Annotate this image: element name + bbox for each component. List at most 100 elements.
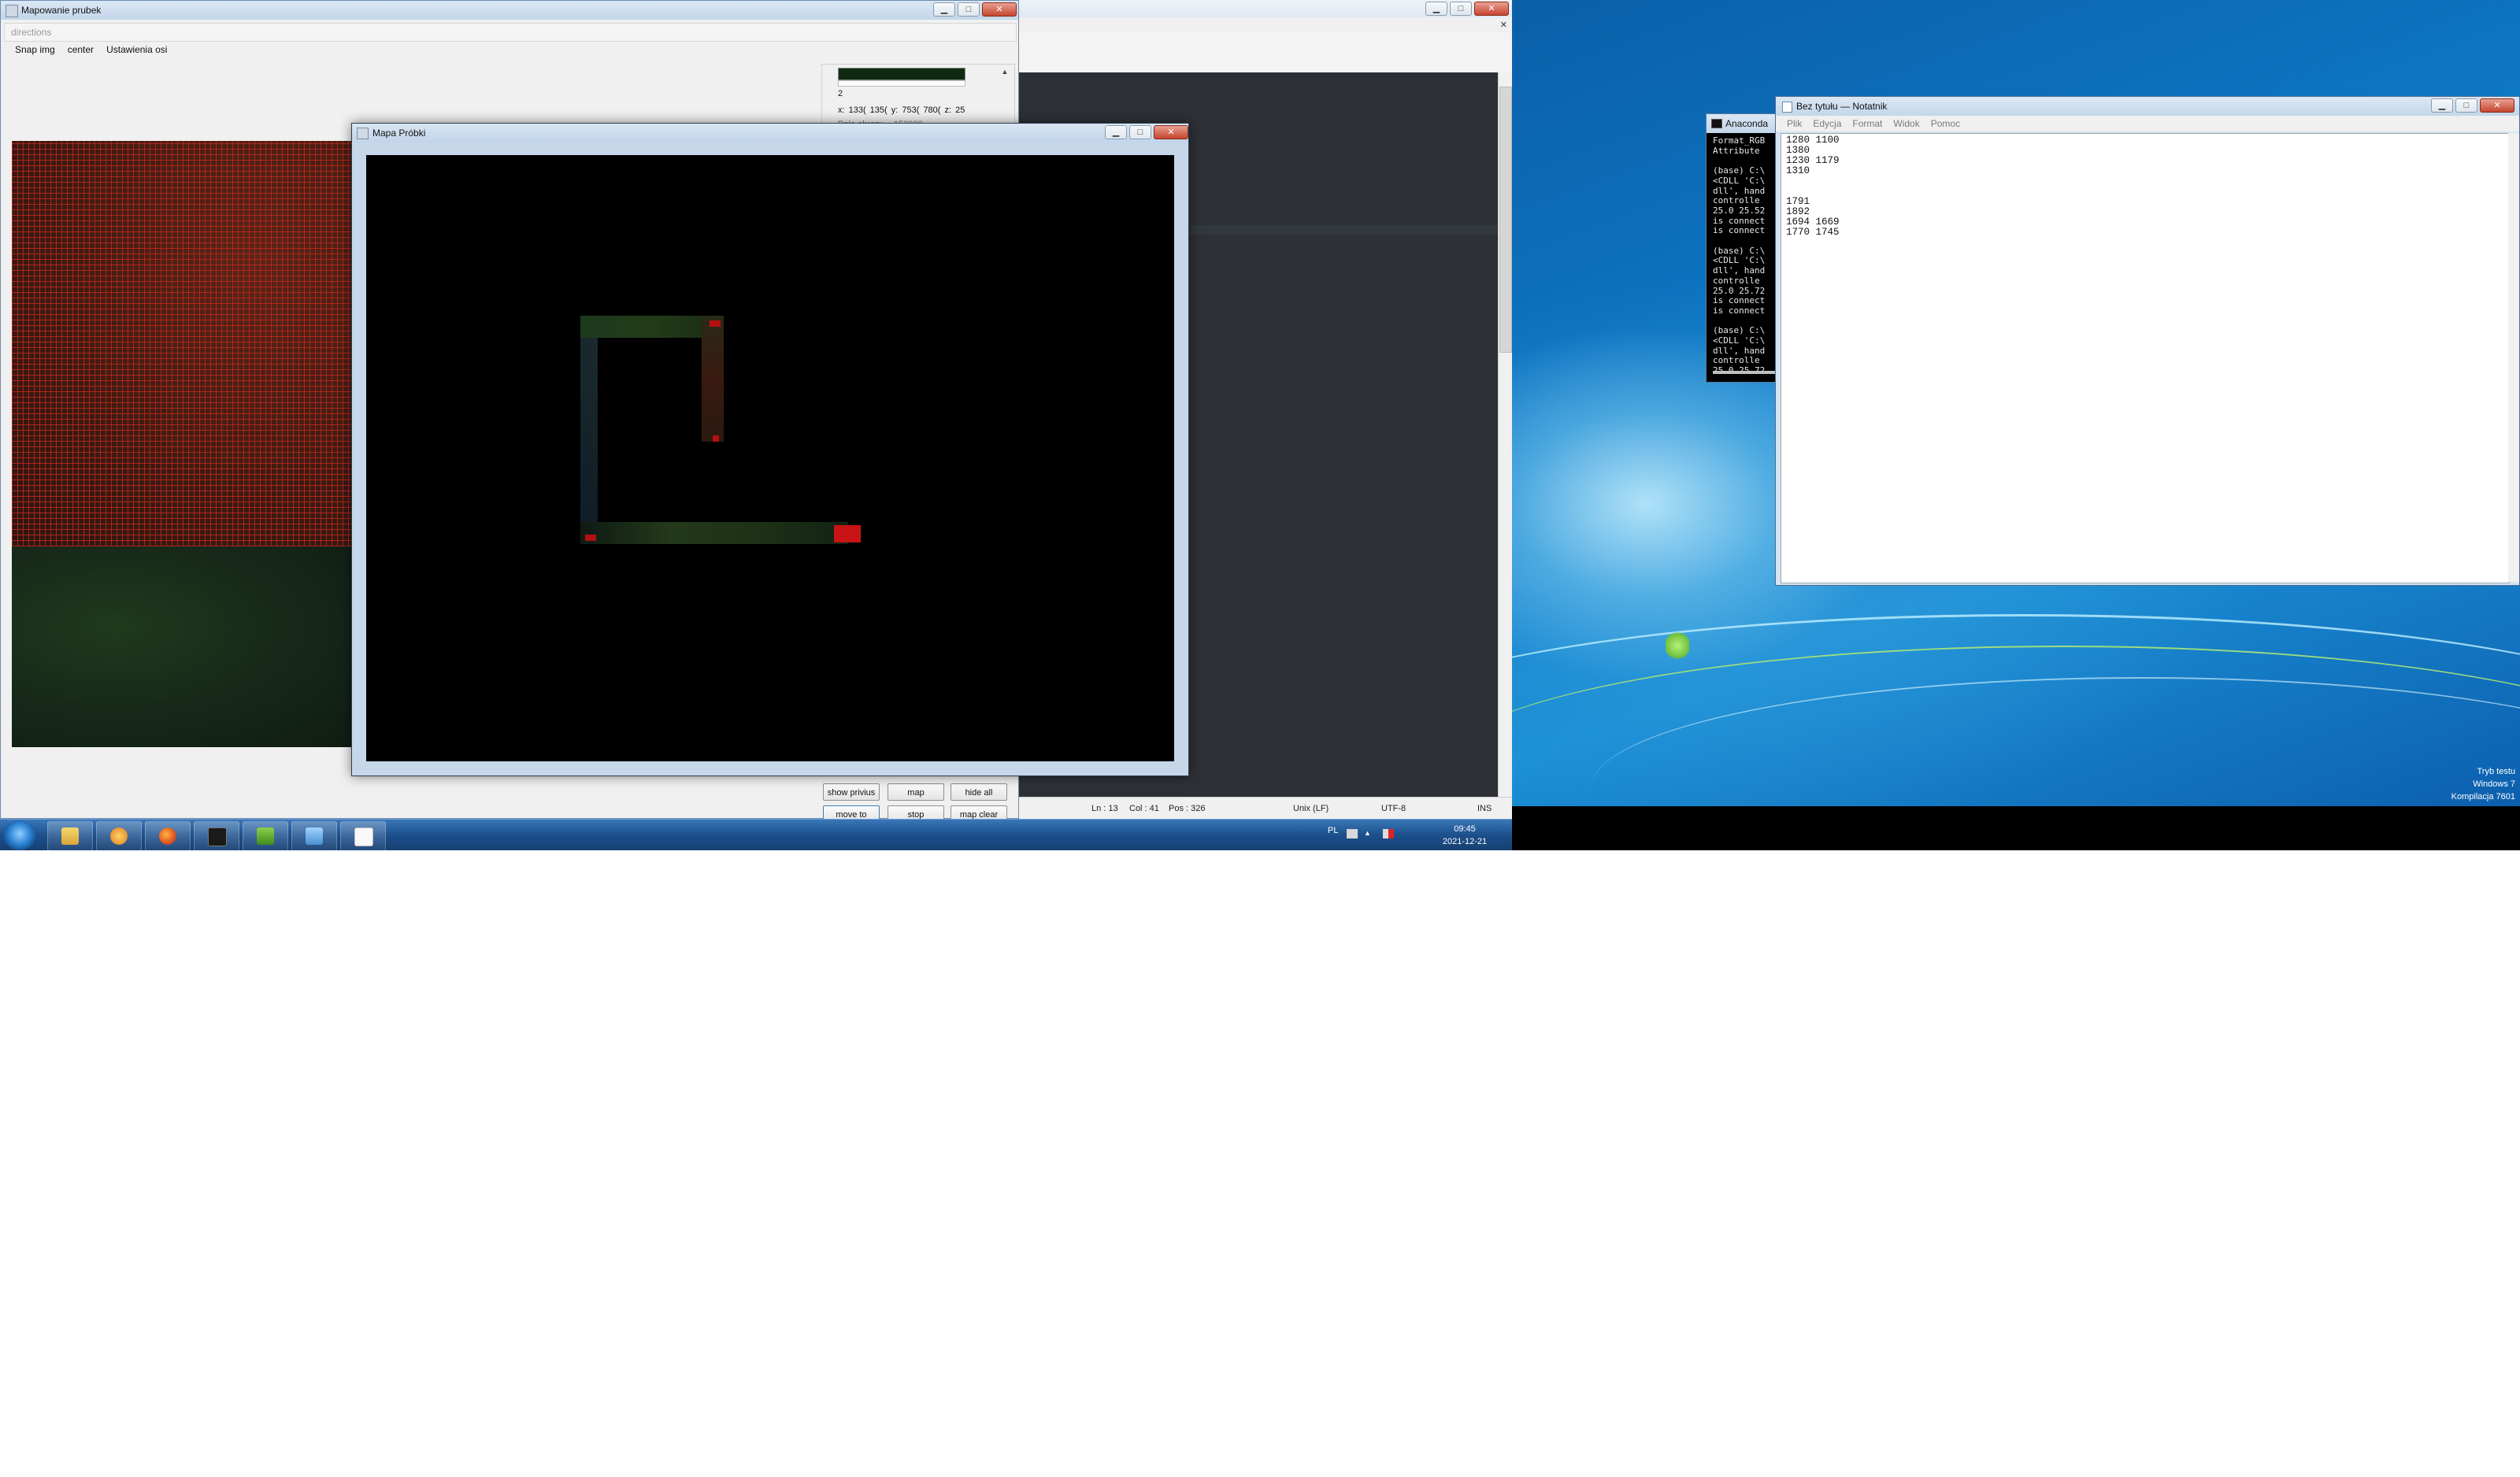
clock-time: 09:45 [1454,824,1476,834]
close-button[interactable]: ✕ [2480,98,2514,113]
console-line: dll', hand [1713,265,1766,276]
editor-window-controls: ▁ □ ✕ [1425,2,1509,16]
firefox-icon [159,827,176,845]
anaconda-prompt-window[interactable]: Anaconda Format_RGB Attribute (base) C:\ <… [1706,113,1786,383]
directions-field[interactable]: directions [4,23,1017,42]
mapa-titlebar[interactable]: Mapa Próbki ▁ □ ✕ [352,124,1188,143]
editor-close-doc-icon[interactable]: ✕ [1500,20,1507,30]
maximize-button[interactable]: □ [2455,98,2477,113]
python-icon [306,827,323,845]
minimize-button[interactable]: ▁ [2431,98,2453,113]
left-monitor: ▁ □ ✕ ✕ Ln : 13 Col : 41 Pos : 326 Unix … [0,0,1512,850]
taskbar: PL ▲ 09:45 2021-12-21 [0,819,1512,850]
taskbar-firefox[interactable] [145,821,191,850]
show-hidden-icons-icon[interactable]: ▲ [1364,829,1372,838]
editor-statusbar: Ln : 13 Col : 41 Pos : 326 Unix (LF) UTF… [1016,797,1512,820]
grid-overlay-region [12,141,357,546]
taskbar-terminal[interactable] [194,821,239,850]
maximize-button[interactable]: □ [1129,125,1151,139]
keyboard-icon[interactable] [1347,829,1358,838]
console-line: controlle [1713,275,1760,286]
status-encoding: UTF-8 [1381,804,1406,813]
window-title: Mapa Próbki [372,128,426,139]
app-icon [6,5,18,17]
maximize-button[interactable]: □ [958,2,980,17]
close-button[interactable]: ✕ [982,2,1017,17]
taskbar-editor[interactable] [243,821,288,850]
map-tile-row-bottom [580,522,848,544]
main-titlebar[interactable]: Mapowanie prubek ▁ □ ✕ [1,1,1018,20]
system-tray: PL ▲ 09:45 2021-12-21 [1315,820,1512,850]
notepad-text-area[interactable]: 1280 1100 1380 1230 1179 1310 1791 1892 … [1781,133,2510,583]
editor-toolbar [1016,33,1512,72]
scroll-up-icon[interactable]: ▲ [999,68,1011,79]
console-line: <CDLL 'C:\ [1713,335,1766,346]
main-menubar: Snap img center Ustawienia osi [4,42,167,57]
watermark-line3: Kompilacja 7601 [2451,792,2515,801]
notepad-titlebar[interactable]: Bez tytułu — Notatnik ▁ □ ✕ [1776,97,2519,116]
watermark-line1: Tryb testu [2477,767,2516,776]
wallpaper-leaf [1666,630,1689,661]
taskbar-media-player[interactable] [96,821,142,850]
current-position-marker [834,525,861,542]
terminal-icon [208,827,227,846]
explorer-icon [61,827,79,845]
minimize-button[interactable]: ▁ [1425,2,1447,16]
notepad-window-controls: ▁ □ ✕ [2431,98,2514,113]
minimize-button[interactable]: ▁ [1105,125,1127,139]
taskbar-explorer[interactable] [47,821,93,850]
slider-track[interactable] [838,80,965,87]
preview-bar [838,68,965,80]
menu-snap-img[interactable]: Snap img [15,42,55,57]
notepad-scrollbar[interactable] [2508,133,2519,582]
menu-center[interactable]: center [68,42,94,57]
language-indicator[interactable]: PL [1328,826,1338,835]
menu-help[interactable]: Pomoc [1931,116,1960,131]
sample-region [12,546,357,747]
editor-scrollbar-thumb[interactable] [1499,87,1512,353]
clock[interactable]: 09:45 2021-12-21 [1433,823,1496,848]
status-line: Ln : 13 [1091,804,1118,813]
microscope-image[interactable] [12,141,357,747]
close-button[interactable]: ✕ [1474,2,1509,16]
mapa-probki-window[interactable]: Mapa Próbki ▁ □ ✕ [351,123,1189,776]
console-line: Attribute [1713,145,1760,156]
position-readout: x: 133( 135( y: 753( 780( z: 25 [838,106,965,115]
marker-red [713,435,719,442]
marker-red [710,320,721,327]
console-icon [1711,119,1722,128]
start-button[interactable] [3,820,36,850]
notepad-window[interactable]: Bez tytułu — Notatnik ▁ □ ✕ Plik Edycja … [1775,96,2520,586]
console-output[interactable]: Format_RGB Attribute (base) C:\ <CDLL 'C:\… [1713,136,1784,376]
notepad-icon [1782,102,1792,113]
editor-menubar[interactable]: ✕ [1016,17,1512,34]
status-mode: INS [1477,804,1492,813]
map-button[interactable]: map [888,783,944,801]
status-eol: Unix (LF) [1293,804,1329,813]
anaconda-titlebar[interactable]: Anaconda [1707,114,1785,133]
console-scroll-indicator [1713,371,1781,374]
show-previous-button[interactable]: show privius [823,783,880,801]
main-window-controls: ▁ □ ✕ [933,2,1017,17]
menu-axis-settings[interactable]: Ustawienia osi [106,42,167,57]
mapa-window-controls: ▁ □ ✕ [1105,125,1188,139]
notepad-menubar: Plik Edycja Format Widok Pomoc [1776,116,2519,131]
network-icon[interactable] [1383,829,1394,838]
console-line: is connect [1713,305,1766,316]
menu-format[interactable]: Format [1852,116,1882,131]
editor-titlebar[interactable]: ▁ □ ✕ [1016,0,1512,18]
close-button[interactable]: ✕ [1154,125,1188,139]
menu-file[interactable]: Plik [1787,116,1802,131]
taskbar-python[interactable] [291,821,337,850]
marker-red [585,535,596,541]
map-tile-column-left [580,316,598,536]
media-player-icon [110,827,128,845]
minimize-button[interactable]: ▁ [933,2,955,17]
taskbar-notepad[interactable] [340,821,386,850]
hide-all-button[interactable]: hide all [951,783,1007,801]
maximize-button[interactable]: □ [1450,2,1472,16]
sample-map-canvas[interactable] [366,155,1174,761]
menu-view[interactable]: Widok [1893,116,1919,131]
menu-edit[interactable]: Edycja [1813,116,1841,131]
